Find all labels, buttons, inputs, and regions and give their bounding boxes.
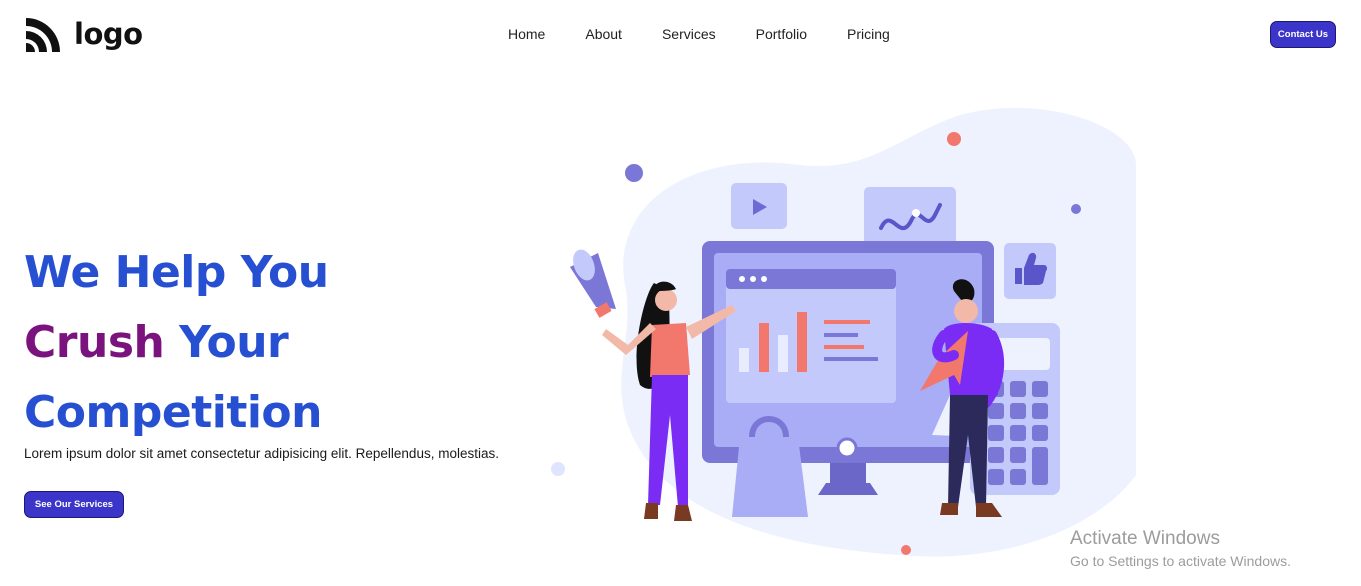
wifi-logo-icon [26,18,60,52]
dot [551,462,565,476]
thumbs-up-icon [1004,243,1056,299]
megaphone-icon [570,249,616,318]
dot [901,545,911,555]
brand-logo[interactable]: logo [24,14,143,54]
see-services-button[interactable]: See Our Services [24,491,124,518]
contact-us-button[interactable]: Contact Us [1270,21,1336,48]
dot [1071,204,1081,214]
hero-title: We Help You Crush Your Competition [24,238,329,448]
watermark-title: Activate Windows [1070,528,1220,549]
watermark-subtitle: Go to Settings to activate Windows. [1070,553,1291,569]
hero-description: Lorem ipsum dolor sit amet consectetur a… [24,446,499,461]
nav-home[interactable]: Home [508,26,545,42]
nav-services[interactable]: Services [662,26,716,42]
hero-illustration [551,107,1136,557]
dot [625,164,643,182]
play-icon [731,183,787,229]
hero-line-3: Competition [24,387,323,438]
nav-portfolio[interactable]: Portfolio [756,26,807,42]
windows-activation-watermark: Activate Windows Go to Settings to activ… [1070,527,1291,571]
hero-line-2-rest: Your [164,317,289,368]
main-nav: Home About Services Portfolio Pricing [508,26,930,42]
hero-line-1: We Help You [24,247,329,298]
nav-pricing[interactable]: Pricing [847,26,890,42]
logo-text: logo [74,17,143,51]
dot [947,132,961,146]
hero-accent-word: Crush [24,317,165,368]
nav-about[interactable]: About [585,26,622,42]
